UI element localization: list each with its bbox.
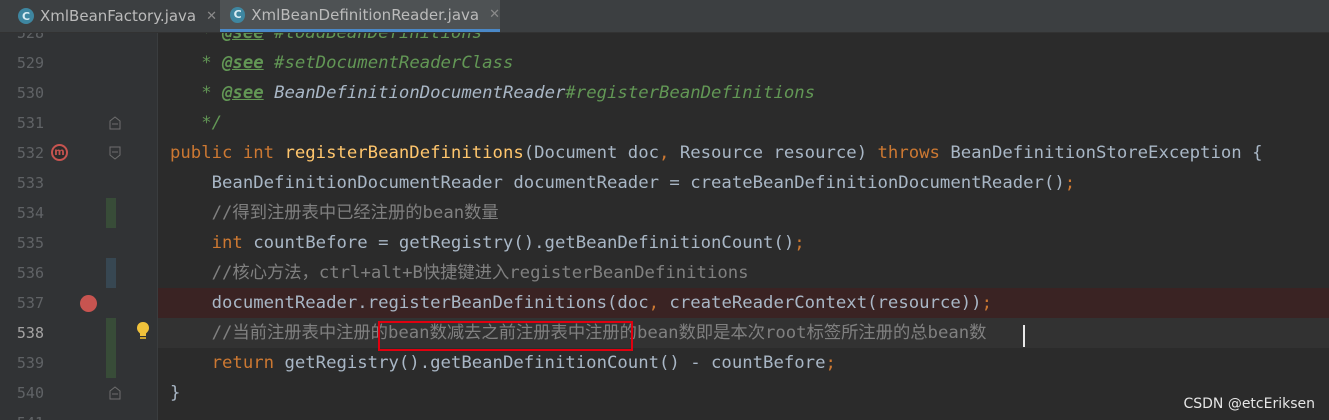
tab-label: XmlBeanFactory.java <box>40 7 197 25</box>
line-number: 536 <box>16 264 44 282</box>
line-number: 535 <box>16 234 44 252</box>
code-text: public int registerBeanDefinitions(Docum… <box>170 138 1263 168</box>
code-text: * @see #loadBeanDefinitions <box>170 33 482 48</box>
code-token: , <box>648 293 670 313</box>
code-token: return <box>170 353 285 373</box>
code-text: //得到注册表中已经注册的bean数量 <box>170 198 499 228</box>
code-text: * @see #setDocumentReaderClass <box>170 48 513 78</box>
code-token: */ <box>170 113 223 133</box>
code-line[interactable]: 534 //得到注册表中已经注册的bean数量 <box>0 198 1329 228</box>
fold-end-icon[interactable] <box>109 116 121 130</box>
line-number: 538 <box>16 324 44 342</box>
code-line[interactable]: 535 int countBefore = getRegistry().getB… <box>0 228 1329 258</box>
code-line[interactable]: 541 <box>0 408 1329 420</box>
highlight-box <box>378 321 633 351</box>
lightbulb-icon[interactable] <box>135 321 151 341</box>
code-token: public int <box>170 143 285 163</box>
code-token: createReaderContext(resource)) <box>669 293 982 313</box>
code-token: registerBeanDefinitions <box>284 143 524 163</box>
code-token: * <box>170 53 223 73</box>
code-token: @see <box>222 53 264 73</box>
code-token: //核心方法，ctrl+alt+B快捷键进入registerBeanDefini… <box>170 263 749 283</box>
line-number: 529 <box>16 54 44 72</box>
code-token: ; <box>981 293 992 313</box>
code-token: BeanDefinitionDocumentReader <box>274 83 566 103</box>
code-line[interactable]: 529 * @see #setDocumentReaderClass <box>0 48 1329 78</box>
vcs-added-marker[interactable] <box>106 198 116 228</box>
implements-method-icon[interactable]: m <box>51 144 68 161</box>
code-token: int <box>170 233 254 253</box>
line-number: 531 <box>16 114 44 132</box>
code-editor[interactable]: 528 * @see #loadBeanDefinitions 529 * @se… <box>0 33 1329 420</box>
code-text: int countBefore = getRegistry().getBeanD… <box>170 228 805 258</box>
code-line[interactable]: 533 BeanDefinitionDocumentReader documen… <box>0 168 1329 198</box>
code-line[interactable]: 536 //核心方法，ctrl+alt+B快捷键进入registerBeanDe… <box>0 258 1329 288</box>
code-text: BeanDefinitionDocumentReader documentRea… <box>170 168 1076 198</box>
code-line[interactable]: 528 * @see #loadBeanDefinitions <box>0 33 1329 48</box>
close-icon[interactable]: ✕ <box>489 7 500 22</box>
code-token: } <box>170 383 181 403</box>
editor-tab-bar: C XmlBeanFactory.java ✕ C XmlBeanDefinit… <box>0 0 1329 33</box>
code-line[interactable]: 537 documentReader.registerBeanDefinitio… <box>17 288 1329 318</box>
code-line[interactable]: 531 */ <box>0 108 1329 138</box>
watermark: CSDN @etcEriksen <box>1183 396 1315 412</box>
code-token: BeanDefinitionDocumentReader documentRea… <box>170 173 1065 193</box>
code-text: //核心方法，ctrl+alt+B快捷键进入registerBeanDefini… <box>170 258 749 288</box>
code-token: ; <box>1064 173 1076 193</box>
breakpoint-icon[interactable] <box>80 295 97 312</box>
code-token: documentReader. <box>170 293 368 313</box>
code-token: @see <box>222 33 264 43</box>
code-token: countBefore = getRegistry().getBeanDefin… <box>253 233 795 253</box>
code-token: ; <box>794 233 805 253</box>
code-line[interactable]: 538 //当前注册表中注册的bean数减去之前注册表中注册的bean数即是本次… <box>17 318 1329 348</box>
line-number: 540 <box>16 384 44 402</box>
line-number: 537 <box>16 294 44 312</box>
line-number: 539 <box>16 354 44 372</box>
line-number: 532 <box>16 144 44 162</box>
vcs-added-marker[interactable] <box>106 318 116 378</box>
fold-start-icon[interactable] <box>109 146 121 160</box>
code-token: #setDocumentReaderClass <box>263 53 514 73</box>
code-token: throws <box>877 143 951 163</box>
code-line[interactable]: 532 public int registerBeanDefinitions(Do… <box>0 138 1329 168</box>
code-token: BeanDefinitionStoreException { <box>950 143 1263 163</box>
code-token: Resource resource) <box>679 143 878 163</box>
code-token: , <box>659 143 680 163</box>
java-class-icon: C <box>18 8 34 24</box>
code-token: #loadBeanDefinitions <box>263 33 483 43</box>
code-line[interactable]: 539 return getRegistry().getBeanDefiniti… <box>0 348 1329 378</box>
line-number: 530 <box>16 84 44 102</box>
line-number: 541 <box>0 408 44 420</box>
code-token: * <box>170 33 223 43</box>
line-number: 534 <box>16 204 44 222</box>
code-token: ; <box>825 353 836 373</box>
tab-label: XmlBeanDefinitionReader.java <box>251 5 480 24</box>
code-token: getRegistry().getBeanDefinitionCount() -… <box>284 353 826 373</box>
vcs-modified-marker[interactable] <box>106 258 116 288</box>
code-line[interactable]: 540} <box>0 378 1329 408</box>
code-token: //得到注册表中已经注册的bean数量 <box>170 203 499 223</box>
code-token: * <box>170 83 223 103</box>
code-text: documentReader.registerBeanDefinitions(d… <box>170 288 992 318</box>
tab-xmlbeandefinitionreader[interactable]: C XmlBeanDefinitionReader.java ✕ <box>220 0 500 32</box>
close-icon[interactable]: ✕ <box>206 9 217 24</box>
code-token: #registerBeanDefinitions <box>565 83 816 103</box>
code-text: } <box>170 378 180 408</box>
text-caret <box>1023 325 1025 347</box>
line-number: 528 <box>16 33 44 42</box>
fold-end-icon[interactable] <box>109 386 121 400</box>
java-class-icon: C <box>230 6 246 23</box>
tab-xmlbeanfactory[interactable]: C XmlBeanFactory.java ✕ <box>10 0 220 32</box>
code-token: (doc <box>606 293 649 313</box>
code-text: */ <box>170 108 222 138</box>
code-token: registerBeanDefinitions <box>367 293 607 313</box>
code-text: * @see BeanDefinitionDocumentReader#regi… <box>170 78 815 108</box>
code-token: @see <box>222 83 264 103</box>
code-token: (Document doc <box>523 143 660 163</box>
code-text: return getRegistry().getBeanDefinitionCo… <box>170 348 836 378</box>
line-number: 533 <box>16 174 44 192</box>
code-line[interactable]: 530 * @see BeanDefinitionDocumentReader#… <box>0 78 1329 108</box>
